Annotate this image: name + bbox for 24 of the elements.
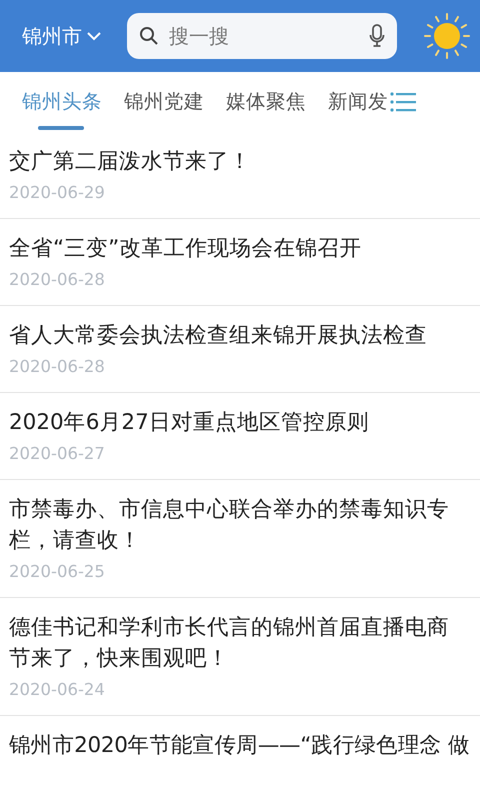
category-tab[interactable]: 锦州党建 xyxy=(112,72,214,132)
news-title[interactable]: 德佳书记和学利市长代言的锦州首届直播电商节来了，快来围观吧！ xyxy=(9,612,456,674)
city-name[interactable]: 锦州市 xyxy=(22,21,82,51)
news-title[interactable]: 市禁毒办、市信息中心联合举办的禁毒知识专栏，请查收！ xyxy=(9,494,456,556)
news-date: 2020-06-24 xyxy=(9,679,106,702)
search-icon xyxy=(139,26,159,46)
news-date: 2020-06-27 xyxy=(9,442,106,465)
news-title[interactable]: 2020年6月27日对重点地区管控原则 xyxy=(9,406,456,438)
category-tab[interactable]: 媒体聚焦 xyxy=(214,72,316,132)
menu-icon[interactable] xyxy=(390,91,416,113)
search-bar[interactable]: 搜一搜 xyxy=(127,13,397,59)
microphone-icon[interactable] xyxy=(369,24,385,48)
news-date: 2020-06-28 xyxy=(9,269,106,292)
sun-icon[interactable] xyxy=(422,11,472,61)
news-date: 2020-06-28 xyxy=(9,356,106,378)
category-tab[interactable]: 新闻发 xyxy=(316,72,398,132)
news-date: 2020-06-29 xyxy=(9,182,106,204)
chevron-down-icon[interactable] xyxy=(86,31,102,41)
news-title[interactable]: 锦州市2020年节能宣传周——“践行绿色理念 做 xyxy=(9,730,478,762)
news-date: 2020-06-25 xyxy=(9,561,106,584)
news-title[interactable]: 省人大常委会执法检查组来锦开展执法检查 xyxy=(9,320,456,352)
news-title[interactable]: 全省“三变”改革工作现场会在锦召开 xyxy=(9,232,456,264)
news-title[interactable]: 交广第二届泼水节来了！ xyxy=(9,146,456,178)
search-input[interactable]: 搜一搜 xyxy=(167,20,361,52)
